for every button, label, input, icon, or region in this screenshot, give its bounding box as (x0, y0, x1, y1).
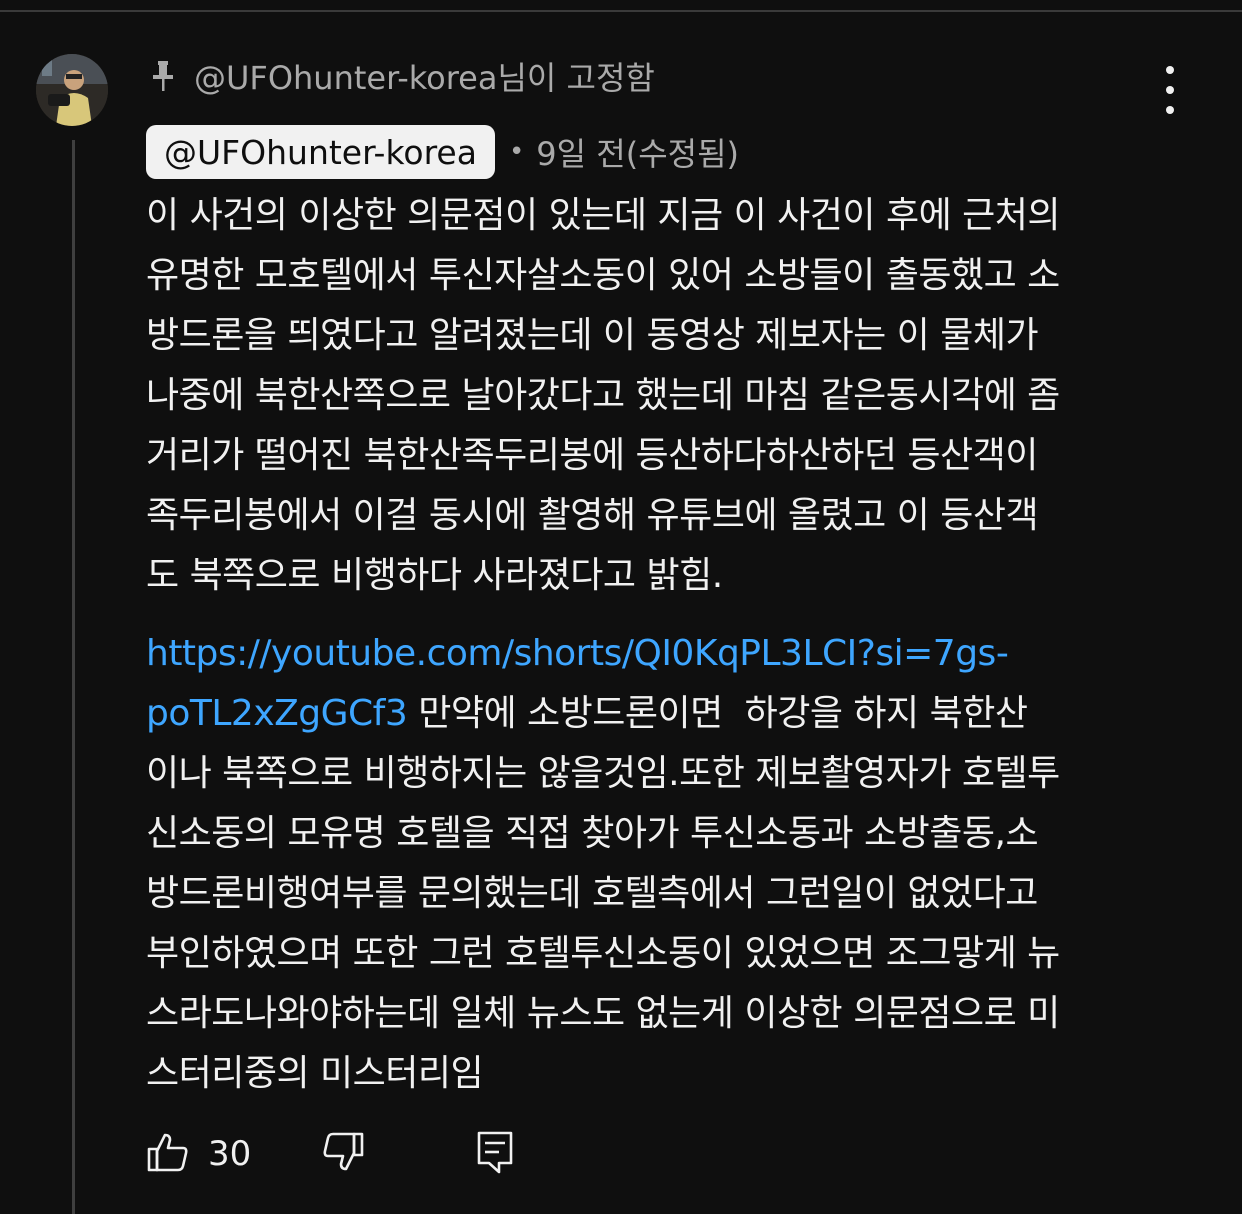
like-count: 30 (208, 1134, 252, 1174)
comment-line: 나중에 북한산쪽으로 날아갔다고 했는데 마침 같은동시각에 좀 (146, 375, 1060, 416)
pinned-label: @UFOhunter-korea님이 고정함 (194, 59, 655, 97)
comment-line: 방드론비행여부를 문의했는데 호텔측에서 그런일이 없었다고 (146, 873, 1038, 914)
author-chip[interactable]: @UFOhunter-korea (146, 125, 495, 179)
comment-line: 유명한 모호텔에서 투신자살소동이 있어 소방들이 출동했고 소 (146, 255, 1060, 296)
comment-line: 이나 북쪽으로 비행하지는 않을것임.또한 제보촬영자가 호텔투 (146, 753, 1060, 794)
comment-line: 신소동의 모유명 호텔을 직접 찾아가 투신소동과 소방출동,소 (146, 813, 1039, 854)
comment-line: 도 북쪽으로 비행하다 사라졌다고 밝힘. (146, 555, 723, 596)
youtube-link-continued[interactable]: poTL2xZgGCf3 (146, 693, 408, 734)
thumb-down-icon (321, 1130, 365, 1178)
thread-line (72, 140, 75, 1214)
comment-header: @UFOhunter-korea • 9일 전(수정됨) (146, 125, 739, 179)
thumb-up-icon (146, 1130, 190, 1178)
comment-line: 방드론을 띄였다고 알려졌는데 이 동영상 제보자는 이 물체가 (146, 315, 1039, 356)
comment-line: 스터리중의 미스터리임 (146, 1053, 484, 1094)
top-divider (0, 10, 1242, 12)
dislike-button[interactable] (321, 1130, 365, 1178)
youtube-link[interactable]: https://youtube.com/shorts/QI0KqPL3LCI?s… (146, 624, 1176, 684)
avatar[interactable] (36, 54, 108, 126)
comment-line: 부인하였으며 또한 그런 호텔투신소동이 있었으면 조그맣게 뉴 (146, 933, 1060, 974)
comment-line: 거리가 떨어진 북한산족두리봉에 등산하다하산하던 등산객이 (146, 435, 1038, 476)
comment-timestamp[interactable]: 9일 전(수정됨) (536, 129, 739, 175)
comment-line: 스라도나와야하는데 일체 뉴스도 없는게 이상한 의문점으로 미 (146, 993, 1060, 1034)
pinned-indicator: @UFOhunter-korea님이 고정함 (150, 56, 655, 97)
reply-button[interactable] (475, 1129, 515, 1179)
comment-line-after-link: 만약에 소방드론이면 하강을 하지 북한산 (407, 693, 1028, 734)
avatar-image (36, 54, 108, 126)
comment-line: 족두리봉에서 이걸 동시에 촬영해 유튜브에 올렸고 이 등산객 (146, 495, 1039, 536)
comment-actions: 30 (146, 1130, 515, 1178)
separator-dot: • (508, 137, 525, 167)
comment-line: 이 사건의 이상한 의문점이 있는데 지금 이 사건이 후에 근처의 (146, 195, 1061, 236)
more-vert-icon[interactable] (1150, 66, 1190, 114)
like-button[interactable]: 30 (146, 1130, 251, 1178)
comment-line-with-link: poTL2xZgGCf3 만약에 소방드론이면 하강을 하지 북한산 (146, 684, 1176, 744)
reply-icon (475, 1129, 515, 1179)
comment-body: 이 사건의 이상한 의문점이 있는데 지금 이 사건이 후에 근처의 유명한 모… (146, 186, 1176, 1104)
pin-icon (150, 58, 178, 94)
